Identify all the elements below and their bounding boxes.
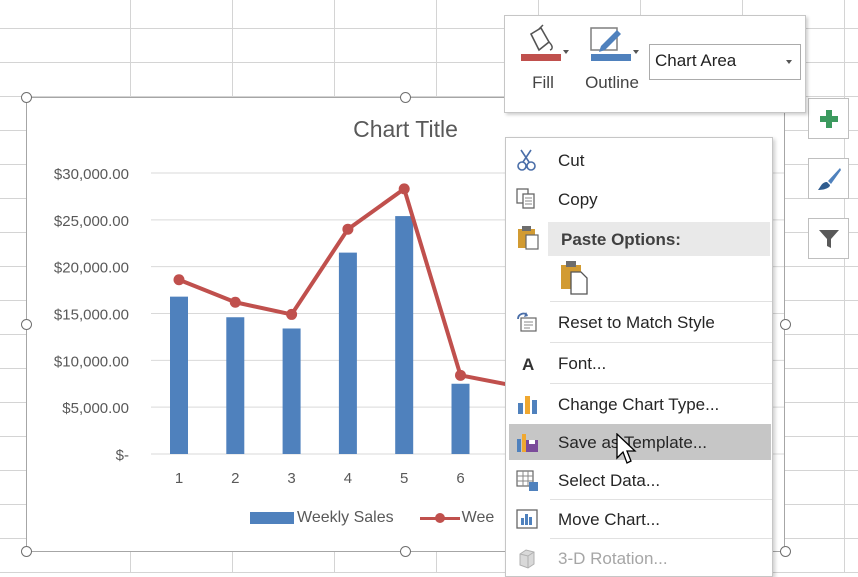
menu-item-font-label: Font... [558,354,607,373]
menu-item-3d-rotation[interactable]: 3-D Rotation... [509,540,771,576]
x-tick-label: 2 [231,470,239,487]
y-tick-label: $- [116,447,129,464]
bar-weekly-sales[interactable] [282,328,301,454]
save-template-icon [517,434,538,452]
line-point[interactable] [398,183,410,195]
line-point[interactable] [342,223,354,235]
menu-item-select-data-label: Select Data... [558,471,661,490]
menu-separator [550,499,772,500]
menu-item-move-chart-label: Move Chart... [558,510,661,529]
funnel-icon [818,229,839,248]
y-tick-label: $20,000.00 [54,260,129,277]
y-tick-label: $30,000.00 [54,166,129,183]
resize-handle-left[interactable] [21,319,32,330]
resize-handle-bottom-right[interactable] [780,546,791,557]
menu-separator [550,538,772,539]
mini-toolbar: Fill Outline Chart Area [504,15,806,113]
x-tick-label: 1 [175,470,183,487]
paste-options-header: Paste Options: [548,222,770,256]
bar-chart-icon [518,396,537,414]
paint-bucket-icon [521,24,561,61]
resize-handle-bottom-left[interactable] [21,546,32,557]
move-chart-icon [516,509,538,529]
x-tick-label: 4 [344,470,352,487]
paste-options-label: Paste Options: [561,230,681,249]
resize-handle-bottom[interactable] [400,546,411,557]
menu-item-font[interactable]: A Font... [509,345,771,381]
clipboard-icon [518,226,539,250]
legend-bar-label: Weekly Sales [297,509,394,526]
chevron-down-icon[interactable] [786,60,792,64]
cube-icon [519,549,535,569]
menu-item-move-chart[interactable]: Move Chart... [509,501,771,537]
menu-item-change-chart-type-label: Change Chart Type... [558,395,720,414]
fill-label: Fill [532,73,554,92]
x-tick-label: 3 [287,470,295,487]
outline-button[interactable]: Outline [579,24,645,93]
y-tick-label: $15,000.00 [54,307,129,324]
plus-icon [819,109,838,128]
line-point[interactable] [173,274,185,286]
bar-weekly-sales[interactable] [451,383,470,454]
y-tick-label: $10,000.00 [54,353,129,370]
line-point[interactable] [286,308,298,320]
bar-weekly-sales[interactable] [395,216,414,454]
menu-item-select-data[interactable]: Select Data... [509,462,771,498]
paste-icon [561,261,588,295]
menu-item-save-template[interactable]: Save as Template... [509,424,771,460]
reset-style-icon [517,312,537,332]
x-tick-label: 5 [400,470,408,487]
chart-filters-button[interactable] [808,218,849,259]
line-point[interactable] [455,369,466,381]
menu-item-copy[interactable]: Copy [509,181,771,217]
resize-handle-right[interactable] [780,319,791,330]
outline-label: Outline [585,73,639,92]
chart-elements-button[interactable] [808,98,849,139]
menu-item-3d-rotation-label: 3-D Rotation... [558,549,668,568]
chart-element-select-value: Chart Area [655,51,737,70]
line-point[interactable] [229,296,241,308]
menu-item-cut-label: Cut [558,151,585,170]
menu-separator [550,301,772,302]
mouse-pointer-icon [616,433,637,464]
paste-button[interactable] [558,260,590,296]
x-tick-label: 6 [456,470,464,487]
bar-weekly-sales[interactable] [338,252,357,454]
menu-separator [550,383,772,384]
svg-text:A: A [522,355,534,374]
context-menu: Cut Copy Paste Options: Reset to Match S [505,137,773,577]
chart-styles-button[interactable] [808,158,849,199]
bar-weekly-sales[interactable] [226,317,245,454]
brush-icon [817,167,841,190]
y-tick-label: $5,000.00 [62,400,129,417]
legend-line-swatch [419,512,460,524]
pencil-outline-icon [590,27,631,61]
y-tick-label: $25,000.00 [54,213,129,230]
legend-bar-swatch [250,512,294,524]
chart-element-select[interactable]: Chart Area [649,44,801,80]
scissors-icon [517,149,536,171]
fill-dropdown-icon [563,50,569,54]
copy-icon [516,188,535,209]
menu-item-copy-label: Copy [558,190,598,209]
bar-weekly-sales[interactable] [170,296,188,454]
menu-item-change-chart-type[interactable]: Change Chart Type... [509,386,771,422]
select-data-icon [516,470,538,491]
menu-separator [550,342,772,343]
fill-button[interactable]: Fill [519,24,569,93]
menu-item-cut[interactable]: Cut [509,142,771,178]
legend-line-label: Wee [461,509,495,526]
resize-handle-top-left[interactable] [21,92,32,103]
menu-item-reset-style-label: Reset to Match Style [558,313,715,332]
resize-handle-top[interactable] [400,92,411,103]
outline-dropdown-icon [633,50,639,54]
font-icon: A [522,355,534,374]
chart-legend[interactable]: Weekly Sales Wee [250,509,494,527]
menu-item-reset-style[interactable]: Reset to Match Style [509,304,771,340]
